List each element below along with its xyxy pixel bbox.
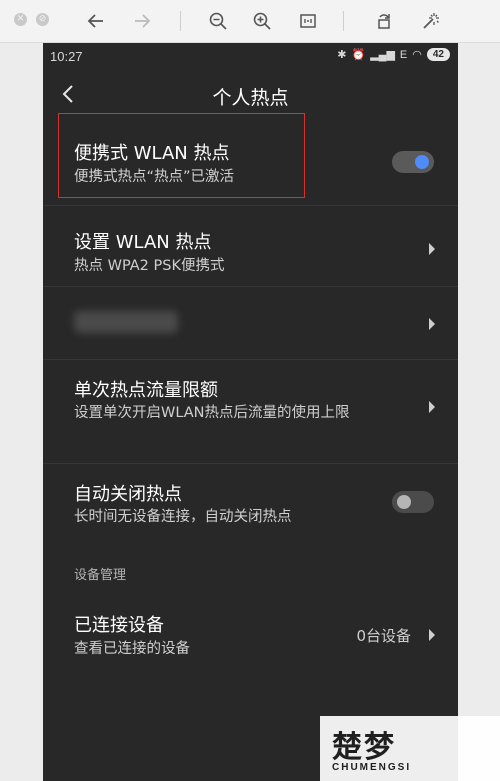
highlight-annotation (58, 113, 305, 198)
chevron-right-icon (429, 401, 435, 413)
row-title: 单次热点流量限额 (74, 380, 218, 401)
row-title: 设置 WLAN 热点 (74, 232, 212, 253)
portable-hotspot-toggle[interactable] (392, 151, 434, 173)
chevron-right-icon (429, 243, 435, 255)
alarm-icon: ⏰ (351, 49, 366, 61)
device-count: 0台设备 (356, 627, 411, 645)
section-header: 设备管理 (74, 568, 127, 583)
chevron-right-icon (429, 629, 435, 641)
zoom-out-icon[interactable] (206, 9, 230, 33)
row-subtitle: 长时间无设备连接，自动关闭热点 (74, 509, 292, 525)
toolbar-separator (343, 11, 344, 31)
network-type-text: E (399, 48, 408, 61)
close-window-icon[interactable]: ✕ (14, 13, 27, 26)
row-title: 已连接设备 (74, 615, 164, 636)
phone-screen: 10:27 ✱ ⏰ ▂▄▆ E ◠ 42 个人热点 便携式 WLAN 热点 便携… (43, 43, 458, 781)
watermark-logo-text: 楚梦 (332, 730, 396, 765)
forward-arrow-icon[interactable] (130, 9, 154, 33)
watermark-logo: 楚梦 CHUMENGSI (320, 716, 500, 781)
toggle-knob (415, 155, 429, 169)
auto-close-row[interactable]: 自动关闭热点 长时间无设备连接，自动关闭热点 (43, 464, 458, 546)
status-time: 10:27 (50, 49, 83, 64)
signal-icon: ▂▄▆ (370, 49, 395, 61)
page-title: 个人热点 (212, 87, 289, 109)
rotate-icon[interactable] (372, 9, 396, 33)
blurred-text (74, 311, 178, 333)
status-icons: ✱ ⏰ ▂▄▆ E ◠ 42 (337, 48, 450, 61)
row-title: 自动关闭热点 (74, 484, 182, 505)
watermark-subtitle: CHUMENGSI (332, 762, 412, 773)
row-subtitle: 查看已连接的设备 (74, 641, 190, 657)
fit-to-window-icon[interactable] (296, 9, 320, 33)
magic-wand-icon[interactable] (418, 9, 442, 33)
nav-header: 个人热点 (43, 69, 458, 119)
setup-hotspot-row[interactable]: 设置 WLAN 热点 热点 WPA2 PSK便携式 (43, 206, 458, 286)
chevron-right-icon (429, 318, 435, 330)
minimize-window-icon[interactable]: ⊘ (36, 13, 49, 26)
row-subtitle: 设置单次开启WLAN热点后流量的使用上限 (74, 405, 350, 421)
status-bar: 10:27 ✱ ⏰ ▂▄▆ E ◠ 42 (43, 43, 458, 69)
zoom-in-icon[interactable] (250, 9, 274, 33)
auto-close-toggle[interactable] (392, 491, 434, 513)
toolbar-separator (180, 11, 181, 31)
viewer-toolbar: ✕ ⊘ (0, 0, 500, 43)
connected-devices-row[interactable]: 已连接设备 查看已连接的设备 0台设备 (43, 599, 458, 673)
battery-indicator: 42 (426, 48, 450, 61)
row-subtitle: 热点 WPA2 PSK便携式 (74, 258, 225, 274)
wifi-icon: ◠ (412, 49, 422, 61)
data-limit-row[interactable]: 单次热点流量限额 设置单次开启WLAN热点后流量的使用上限 (43, 360, 458, 463)
toggle-knob (397, 495, 411, 509)
back-arrow-icon[interactable] (84, 9, 108, 33)
bluetooth-icon: ✱ (337, 49, 347, 61)
